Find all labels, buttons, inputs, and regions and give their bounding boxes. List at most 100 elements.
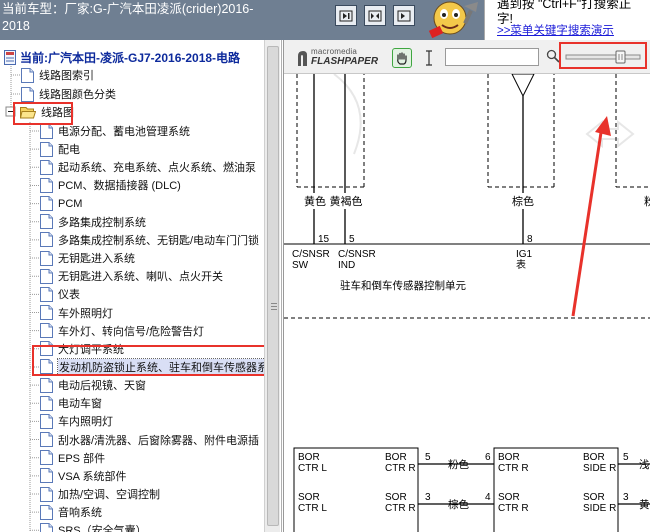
tree-item-label: 车内照明灯 xyxy=(58,416,113,429)
sensor-pin-label: SOR xyxy=(298,492,320,503)
wiring-diagram: 81 黄色 黄褐色 棕色 粉 15 5 8 C/SNSR SW C/SNSR I… xyxy=(284,74,650,532)
tree-item[interactable]: PCM、数据插接器 (DLC) xyxy=(40,176,181,194)
tree-item[interactable]: 无钥匙进入系统 xyxy=(40,249,135,267)
magnifier-icon xyxy=(546,49,560,63)
page-icon xyxy=(40,177,53,193)
tree-item[interactable]: 车外照明灯 xyxy=(40,304,113,322)
tree-item[interactable]: 车内照明灯 xyxy=(40,412,113,430)
tree-item-label: 刮水器/清洗器、后窗除雾器、附件电源插 xyxy=(58,434,260,447)
sensor-pin-label: 3 xyxy=(623,492,629,503)
vehicle-title: 当前车型：厂家:G-广汽本田凌派(crider)2016-2018 xyxy=(2,2,254,33)
control-unit-name: 驻车和倒车传感器控制单元 xyxy=(340,279,466,292)
tree-item-wiring-index[interactable]: 线路图索引 xyxy=(21,66,94,84)
sensor-pin-label: BOR xyxy=(498,452,520,463)
sensor-pin-label: BOR xyxy=(298,452,320,463)
tree-item[interactable]: 起动系统、充电系统、点火系统、燃油泵 xyxy=(40,158,256,176)
terminal-label: IG1 xyxy=(516,249,533,260)
annotation-arrow xyxy=(571,116,611,317)
tree-item[interactable]: SRS（安全气囊） xyxy=(40,521,147,532)
viewer-search-input[interactable] xyxy=(445,48,539,66)
terminal-label: SW xyxy=(292,260,309,271)
flashpaper-viewer: macromedia FLASHPAPER 黄色 黄褐色 棕色 粉 15 5 8… xyxy=(283,40,650,532)
sensor-pin-label: SIDE R xyxy=(583,503,616,514)
page-icon xyxy=(40,504,53,520)
text-cursor-icon xyxy=(426,50,432,66)
terminal-label: C/SNSR xyxy=(292,249,330,260)
tree-item[interactable]: 配电 xyxy=(40,140,80,158)
page-icon xyxy=(21,67,34,83)
tree-item[interactable]: 刮水器/清洗器、后窗除雾器、附件电源插 xyxy=(40,431,259,449)
tree-item-label: EPS 部件 xyxy=(58,452,106,465)
hand-tool-button[interactable] xyxy=(392,48,412,68)
sensor-pin-label: SOR xyxy=(583,492,605,503)
tree-item-label: SRS（安全气囊） xyxy=(58,525,147,532)
scrollbar-thumb[interactable] xyxy=(267,46,279,526)
annotation-highlight-selected-item xyxy=(32,345,278,376)
sensor-pin-label: SOR xyxy=(385,492,407,503)
sensor-pin-label: BOR xyxy=(385,452,407,463)
tree-item-color-classification[interactable]: 线路图颜色分类 xyxy=(21,85,116,103)
page-icon xyxy=(40,250,53,266)
logo-top-text: macromedia xyxy=(311,47,358,56)
page-icon xyxy=(40,232,53,248)
page-icon xyxy=(21,86,34,102)
sensor-pin-label: CTR R xyxy=(498,503,529,514)
tree-item[interactable]: EPS 部件 xyxy=(40,449,105,467)
pin-number: 5 xyxy=(349,234,355,245)
tree-item[interactable]: PCM xyxy=(40,195,82,213)
zoom-button[interactable] xyxy=(546,49,560,66)
tree-item[interactable]: 电动车窗 xyxy=(40,394,102,412)
tree-item-label: 无钥匙进入系统 xyxy=(58,253,135,266)
tree-item[interactable]: VSA 系统部件 xyxy=(40,467,126,485)
tree-item-label: 起动系统、充电系统、点火系统、燃油泵 xyxy=(58,162,256,175)
wire-color-label: 黄色 xyxy=(304,194,326,208)
annotation-highlight-zoom-slider xyxy=(559,42,647,69)
tree-item[interactable]: 仪表 xyxy=(40,285,80,303)
first-page-button[interactable] xyxy=(335,5,357,26)
tree-item-label: 车外灯、转向信号/危险警告灯 xyxy=(58,325,205,338)
tree-item[interactable]: 多路集成控制系统 xyxy=(40,213,146,231)
flashpaper-logo: macromedia FLASHPAPER xyxy=(296,48,378,67)
helper-mascot-icon xyxy=(428,1,478,39)
helper-mascot-image xyxy=(416,0,486,40)
tree-item[interactable]: 多路集成控制系统、无钥匙/电动车门门锁 xyxy=(40,231,259,249)
sensor-pin-label: CTR L xyxy=(298,463,327,474)
tree-item-label: 音响系统 xyxy=(58,507,102,520)
hand-icon xyxy=(397,52,407,65)
page-icon xyxy=(40,395,53,411)
page-icon xyxy=(40,305,53,320)
hint-panel: 遇到按 "Ctrl+F"打搜索正字! >>菜单关键字搜索演示 xyxy=(484,0,650,40)
tree-item[interactable]: 无钥匙进入系统、喇叭、点火开关 xyxy=(40,267,223,285)
vertical-wires xyxy=(313,74,524,244)
sensor-pin-label: BOR xyxy=(583,452,605,463)
tree-item-label: PCM、数据插接器 (DLC) xyxy=(58,180,181,193)
page-icon xyxy=(40,268,53,284)
expand-button[interactable] xyxy=(364,5,386,26)
search-demo-link[interactable]: >>菜单关键字搜索演示 xyxy=(497,22,614,38)
sensor-pin-label: SIDE R xyxy=(583,463,616,474)
scrollbar-grip xyxy=(271,303,277,312)
tree-root[interactable]: 当前:广汽本田-凌派-GJ7-2016-2018-电路 xyxy=(4,48,240,66)
tree-item-label: 电动后视镜、天窗 xyxy=(58,380,146,393)
tree-item-label: 多路集成控制系统 xyxy=(58,216,146,229)
page-icon xyxy=(40,486,53,502)
terminal-label: IND xyxy=(338,260,355,271)
tree-item[interactable]: 音响系统 xyxy=(40,503,102,521)
terminal-label: 表 xyxy=(516,258,526,271)
wire-color-label: 黄褐色 xyxy=(330,194,363,208)
tree-item[interactable]: 车外灯、转向信号/危险警告灯 xyxy=(40,322,204,340)
sensor-pin-label: CTR L xyxy=(298,503,327,514)
tree-item-label: PCM xyxy=(58,197,83,210)
annotation-highlight-folder xyxy=(13,102,73,125)
page-icon xyxy=(40,123,53,139)
tree-item[interactable]: 电动后视镜、天窗 xyxy=(40,376,146,394)
macromedia-logo-icon xyxy=(298,50,307,66)
tree-item[interactable]: 加热/空调、空调控制 xyxy=(40,485,160,503)
logo-bottom-text: FLASHPAPER xyxy=(311,56,379,67)
next-button[interactable] xyxy=(393,5,415,26)
tree-scrollbar[interactable] xyxy=(264,40,280,532)
watermark-arrows xyxy=(333,74,635,155)
text-select-tool-button[interactable] xyxy=(424,48,434,68)
sensor-pin-label: 5 xyxy=(425,452,431,463)
tree-item-label: 电源分配、蓄电池管理系统 xyxy=(58,126,190,138)
